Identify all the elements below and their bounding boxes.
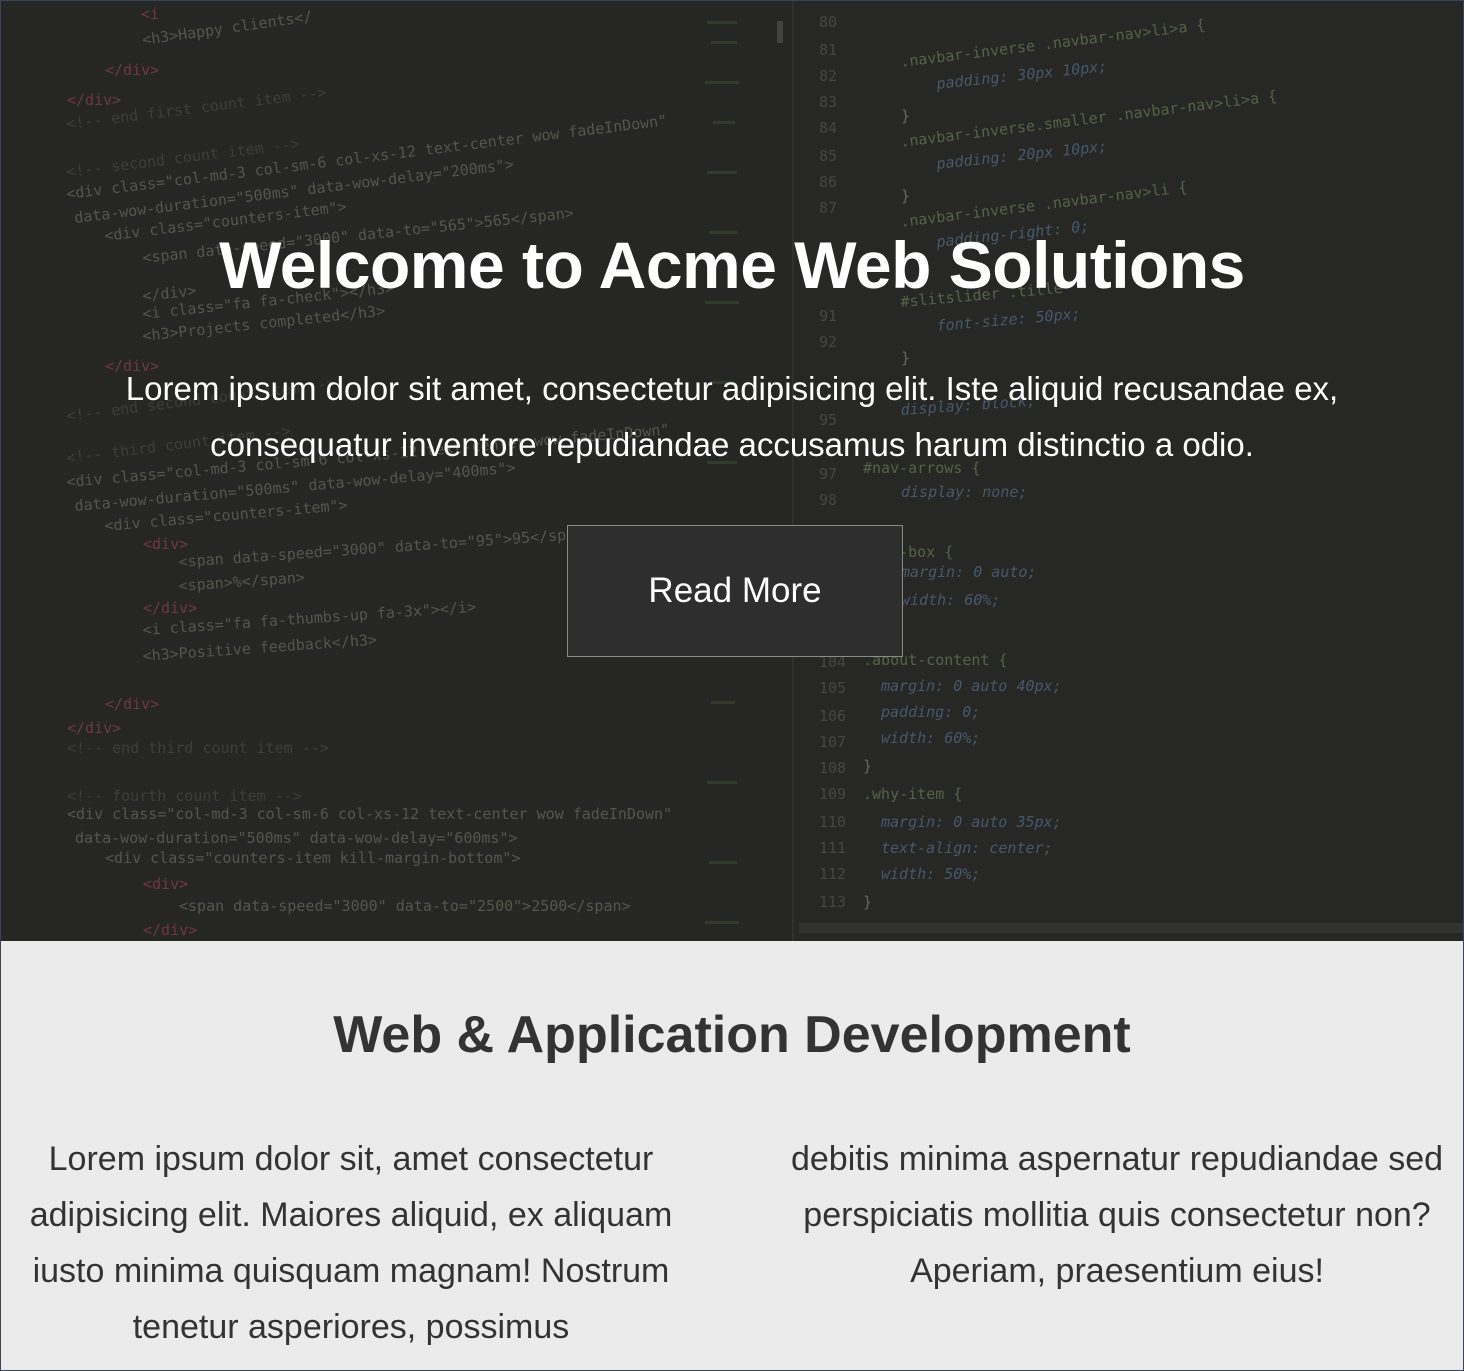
column-right-text: debitis minima aspernatur repudiandae se… [790, 1140, 1444, 1290]
page-frame: <i <h3>Happy clients</ </div> </div> <!-… [0, 0, 1464, 1371]
hero-description: Lorem ipsum dolor sit amet, consectetur … [125, 370, 1339, 463]
section-title: Web & Application Development [333, 1006, 1131, 1064]
hero-title: Welcome to Acme Web Solutions [219, 228, 1245, 302]
services-section: Web & Application Development Lorem ipsu… [1, 941, 1463, 1370]
read-more-button[interactable]: Read More [567, 525, 903, 657]
hero-section: <i <h3>Happy clients</ </div> </div> <!-… [1, 1, 1463, 941]
column-left-text: Lorem ipsum dolor sit, amet consectetur … [29, 1140, 673, 1346]
